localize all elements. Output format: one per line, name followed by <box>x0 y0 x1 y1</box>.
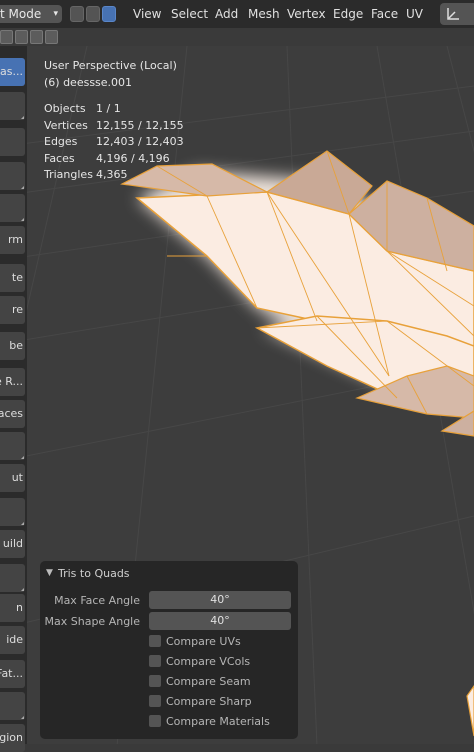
sidebar-tab-label: rm <box>7 233 23 246</box>
vertex-select-mode-icon[interactable] <box>70 6 84 22</box>
tool-option-icon[interactable] <box>30 30 43 44</box>
tool-option-icon[interactable] <box>15 30 28 44</box>
menu-select[interactable]: Select <box>171 7 208 21</box>
checkbox-icon[interactable] <box>149 675 161 687</box>
chevron-down-icon: ▾ <box>53 9 58 19</box>
sidebar-tab[interactable]: uild <box>0 530 25 558</box>
viewport-info-overlay: User Perspective (Local) (6) deessse.001… <box>44 58 184 184</box>
sidebar-tab[interactable] <box>0 432 25 460</box>
toolbar-tabs: Las... rm te re be e R... aces ut uild n… <box>0 46 27 752</box>
stat-edges: Edges 12,403 / 12,403 <box>44 135 184 148</box>
edge-select-mode-icon[interactable] <box>86 6 100 22</box>
panel-title[interactable]: Tris to Quads <box>58 567 130 580</box>
sidebar-tab-label: uild <box>2 537 23 550</box>
sidebar-tab[interactable]: ide <box>0 626 25 654</box>
menu-uv[interactable]: UV <box>406 7 423 21</box>
mode-label: t Mode <box>0 7 42 21</box>
menu-mesh[interactable]: Mesh <box>248 7 280 21</box>
compare-uvs-checkbox[interactable]: Compare UVs <box>149 633 241 649</box>
checkbox-icon[interactable] <box>149 715 161 727</box>
tool-option-icon[interactable] <box>45 30 58 44</box>
compare-seam-checkbox[interactable]: Compare Seam <box>149 673 251 689</box>
tool-option-icon[interactable] <box>0 30 13 44</box>
stat-objects: Objects 1 / 1 <box>44 102 121 115</box>
sidebar-tab[interactable]: egion <box>0 724 25 752</box>
sidebar-tab-label: egion <box>0 731 23 744</box>
sidebar-tab-label: Las... <box>0 65 23 78</box>
max-shape-angle-row: Max Shape Angle 40° <box>40 612 298 631</box>
checkbox-label: Compare Seam <box>166 674 251 688</box>
sidebar-tab[interactable]: e R... <box>0 368 25 396</box>
sidebar-tab-label: ut <box>11 471 23 484</box>
sidebar-tab-lasso[interactable]: Las... <box>0 58 25 86</box>
sidebar-tab-label: n <box>16 601 23 614</box>
checkbox-icon[interactable] <box>149 655 161 667</box>
checkbox-label: Compare UVs <box>166 634 241 648</box>
checkbox-icon[interactable] <box>149 635 161 647</box>
transform-orientation-icon[interactable] <box>440 3 474 25</box>
menu-edge[interactable]: Edge <box>333 7 363 21</box>
checkbox-icon[interactable] <box>149 695 161 707</box>
max-face-angle-label: Max Face Angle <box>54 594 140 607</box>
sidebar-tab-label: be <box>9 339 23 352</box>
sidebar-tab-label: Fat... <box>0 667 23 680</box>
sidebar-tab[interactable] <box>0 564 25 592</box>
max-shape-angle-field[interactable]: 40° <box>149 612 291 630</box>
sidebar-tab-label: te <box>11 271 23 284</box>
stat-vertices: Vertices 12,155 / 12,155 <box>44 118 184 132</box>
sidebar-tab[interactable] <box>0 162 25 190</box>
sidebar-tab[interactable]: be <box>0 332 25 360</box>
sidebar-tab[interactable]: re <box>0 296 25 324</box>
select-mode-group <box>70 6 116 22</box>
sidebar-tab[interactable]: n <box>0 594 25 622</box>
sidebar-tab[interactable]: te <box>0 264 25 292</box>
stat-triangles: Triangles 4,365 <box>44 168 128 181</box>
checkbox-label: Compare VCols <box>166 654 251 668</box>
max-face-angle-field[interactable]: 40° <box>149 591 291 609</box>
face-select-mode-icon[interactable] <box>102 6 116 22</box>
max-shape-angle-label: Max Shape Angle <box>44 615 140 628</box>
compare-materials-checkbox[interactable]: Compare Materials <box>149 713 270 729</box>
sidebar-tab[interactable] <box>0 498 25 526</box>
menu-vertex[interactable]: Vertex <box>287 7 326 21</box>
interaction-mode-dropdown[interactable]: t Mode ▾ <box>0 5 62 23</box>
max-face-angle-row: Max Face Angle 40° <box>40 591 298 610</box>
sidebar-tab-label: ide <box>6 633 23 646</box>
compare-vcols-checkbox[interactable]: Compare VCols <box>149 653 250 669</box>
header-bar: t Mode ▾ View Select Add Mesh Vertex Edg… <box>0 0 474 28</box>
menu-add[interactable]: Add <box>215 7 238 21</box>
sidebar-tab-label: re <box>11 303 23 316</box>
sidebar-tab-transform[interactable]: rm <box>0 226 25 254</box>
sidebar-tab[interactable]: Fat... <box>0 660 25 688</box>
perspective-label: User Perspective (Local) <box>44 59 177 72</box>
operator-redo-panel[interactable]: ▼ Tris to Quads Max Face Angle 40° Max S… <box>40 561 298 739</box>
checkbox-label: Compare Sharp <box>166 694 252 708</box>
stat-faces: Faces 4,196 / 4,196 <box>44 151 170 165</box>
menu-face[interactable]: Face <box>371 7 398 21</box>
sidebar-tab[interactable] <box>0 92 25 120</box>
sidebar-tab[interactable]: ut <box>0 464 25 492</box>
sidebar-tab[interactable] <box>0 692 25 720</box>
compare-sharp-checkbox[interactable]: Compare Sharp <box>149 693 252 709</box>
tool-options-row <box>0 30 58 46</box>
sidebar-tab[interactable] <box>0 194 25 222</box>
checkbox-label: Compare Materials <box>166 714 270 728</box>
chevron-down-icon[interactable]: ▼ <box>46 568 53 578</box>
menu-view[interactable]: View <box>133 7 161 21</box>
sidebar-tab[interactable]: aces <box>0 400 25 428</box>
sidebar-tab[interactable] <box>0 128 25 156</box>
sidebar-tab-label: aces <box>0 407 23 420</box>
object-name: (6) deessse.001 <box>44 75 133 89</box>
sidebar-tab-label: e R... <box>0 375 23 388</box>
